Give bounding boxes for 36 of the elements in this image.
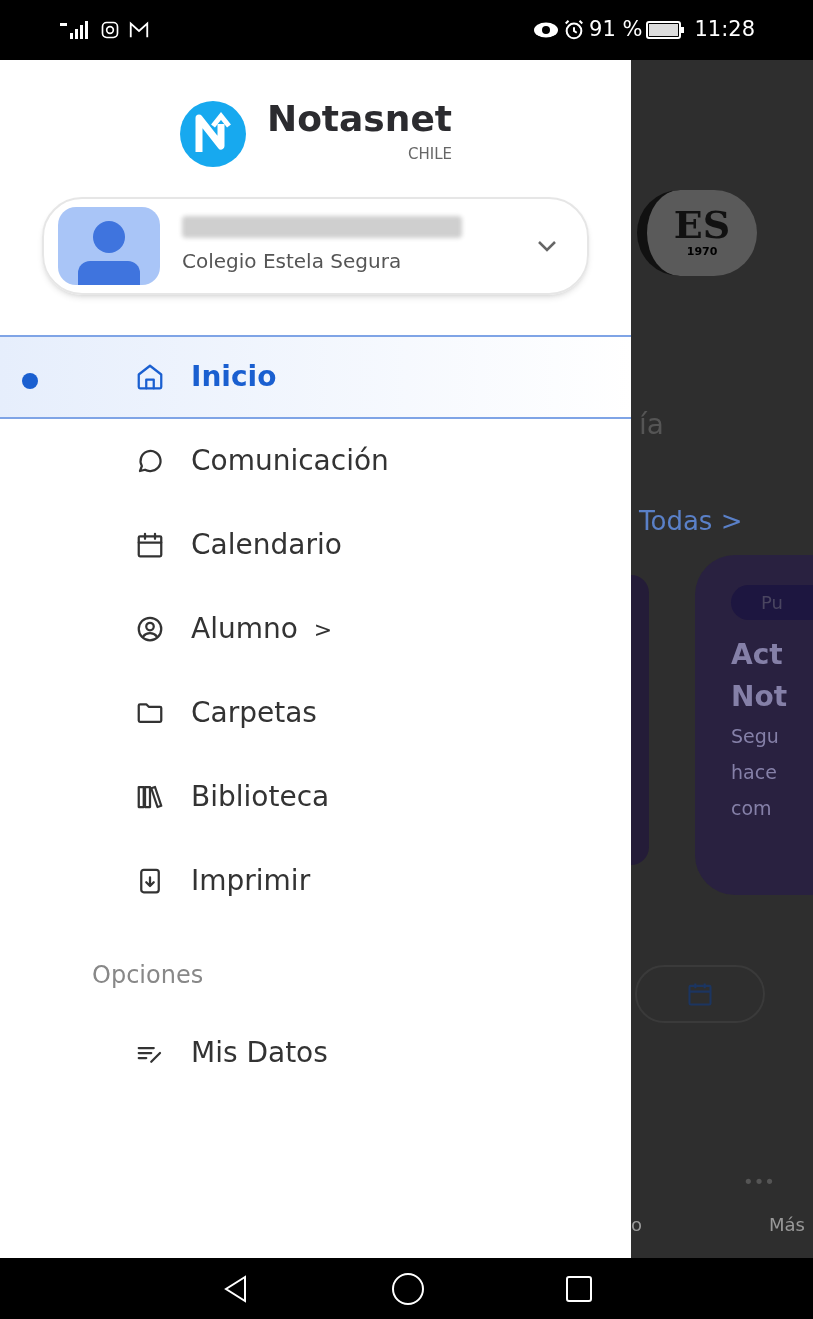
chevron-down-icon xyxy=(537,240,558,252)
school-logo: ES 1970 xyxy=(637,190,758,276)
home-icon xyxy=(135,362,165,392)
menu-item[interactable]: Imprimir xyxy=(0,839,632,923)
battery-percent: 91 % xyxy=(589,16,643,44)
section-label: Opciones xyxy=(92,960,205,991)
menu-item[interactable]: Alumno > xyxy=(0,587,632,671)
recent-apps-icon[interactable] xyxy=(564,1274,593,1303)
clock-time: 11:28 xyxy=(694,16,755,44)
user-circle-icon xyxy=(135,614,165,644)
alarm-icon xyxy=(563,19,586,41)
tab-label[interactable]: o xyxy=(631,1211,643,1238)
chevron-right: > xyxy=(313,615,333,644)
battery-icon xyxy=(646,20,687,40)
card-title: Act xyxy=(731,637,783,673)
brand-country: CHILE xyxy=(408,144,453,166)
card-title: Not xyxy=(731,679,788,715)
menu-item[interactable]: Carpetas xyxy=(0,671,632,755)
card-text: com xyxy=(731,796,772,821)
menu-item[interactable]: Biblioteca xyxy=(0,755,632,839)
tab-label[interactable]: Más xyxy=(769,1211,805,1238)
mail-icon xyxy=(128,20,150,40)
profile-card[interactable]: Colegio Estela Segura xyxy=(42,197,590,295)
card-text: Segu xyxy=(731,724,779,749)
menu-item[interactable]: Calendario xyxy=(0,503,632,587)
home-icon[interactable] xyxy=(390,1271,425,1306)
menu-item[interactable]: Mis Datos xyxy=(0,1011,632,1095)
eye-icon xyxy=(533,21,560,39)
calendar-icon xyxy=(135,530,165,560)
camera-icon xyxy=(100,20,120,40)
menu-item[interactable]: Inicio xyxy=(0,335,632,419)
card-text: hace xyxy=(731,760,777,785)
app-logo xyxy=(179,99,247,168)
brand-name: Notasnet xyxy=(267,101,453,138)
school-name: Colegio Estela Segura xyxy=(182,248,403,275)
menu-item[interactable]: Comunicación xyxy=(0,419,632,503)
